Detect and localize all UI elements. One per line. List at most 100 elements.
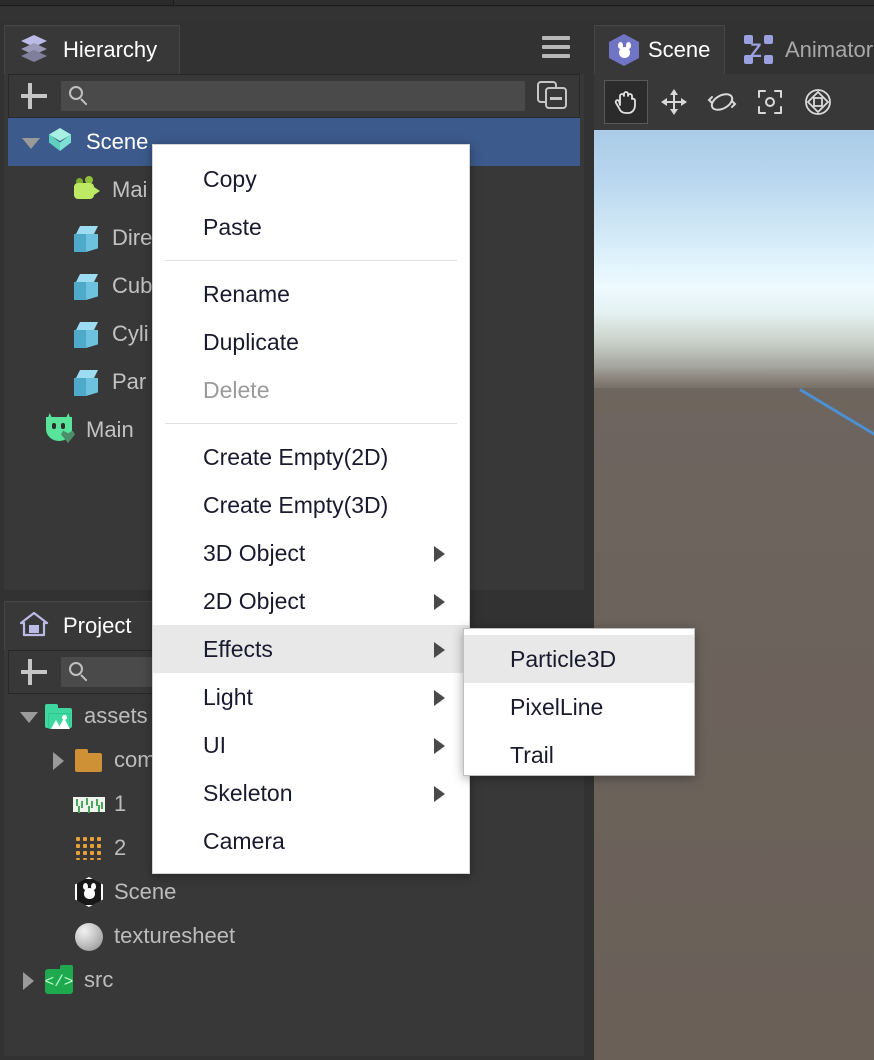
chevron-right-icon [434,690,445,706]
context-menu-item-paste[interactable]: Paste [153,203,469,251]
hierarchy-context-menu[interactable]: Copy Paste Rename Duplicate Delete Creat… [152,144,470,874]
chevron-right-icon[interactable] [46,736,72,784]
sky-gradient [594,130,874,392]
chevron-right-icon [434,738,445,754]
source-code-icon: </> [42,963,76,997]
axis-z-line [800,388,874,508]
top-strip-right-segment [175,0,874,6]
context-menu-separator [165,260,457,261]
context-menu-item-label: 3D Object [203,540,305,567]
project-item-label: Scene [114,879,176,905]
home-icon [19,609,53,643]
hierarchy-search-input[interactable] [69,87,517,105]
context-menu-item-label: Light [203,684,253,711]
chevron-down-icon[interactable] [18,118,44,166]
submenu-item-trail[interactable]: Trail [464,731,694,779]
context-menu-item-effects[interactable]: Effects [153,625,469,673]
context-menu-item-label: Delete [203,377,269,404]
project-item-label: com [114,747,156,773]
hamburger-menu-icon[interactable] [542,36,570,58]
context-menu-item-delete: Delete [153,366,469,414]
hierarchy-search-box[interactable] [61,81,525,111]
tab-animator[interactable]: Z Animator [730,25,874,74]
context-menu-item-label: UI [203,732,226,759]
context-menu-item-light[interactable]: Light [153,673,469,721]
layers-icon [19,33,53,67]
tab-scene-label: Scene [648,37,710,63]
animator-icon: Z [744,35,776,65]
context-menu-item-2d-object[interactable]: 2D Object [153,577,469,625]
hierarchy-item-label: Scene [86,129,148,155]
top-divider-strip [0,0,874,22]
context-menu-item-create-empty-3d[interactable]: Create Empty(3D) [153,481,469,529]
context-menu-item-rename[interactable]: Rename [153,270,469,318]
scale-tool[interactable] [748,80,792,124]
chevron-down-icon[interactable] [16,694,42,740]
project-item-scene-asset[interactable]: Scene [8,870,580,914]
chevron-right-icon [434,642,445,658]
scene-toolbar [594,74,874,130]
cube-blue-icon [70,221,104,255]
context-menu-item-label: Camera [203,828,285,855]
context-menu-item-ui[interactable]: UI [153,721,469,769]
search-icon [69,662,89,682]
context-menu-item-create-empty-2d[interactable]: Create Empty(2D) [153,433,469,481]
rotate-tool[interactable] [700,80,744,124]
assets-folder-icon [42,699,76,733]
context-menu-item-3d-object[interactable]: 3D Object [153,529,469,577]
project-item-texturesheet[interactable]: texturesheet [8,914,580,958]
context-menu-item-label: Effects [203,636,273,663]
context-menu-item-label: Create Empty(3D) [203,492,388,519]
collapse-all-icon[interactable] [535,79,571,113]
cube-blue-icon [70,269,104,303]
plus-icon[interactable] [17,655,51,689]
rect-transform-tool[interactable] [796,80,840,124]
context-menu-item-copy[interactable]: Copy [153,155,469,203]
context-menu-item-label: Copy [203,166,257,193]
project-item-label: texturesheet [114,923,235,949]
tab-project[interactable]: Project [4,601,154,650]
submenu-item-label: PixelLine [510,694,603,721]
plus-icon[interactable] [17,79,51,113]
tab-scene[interactable]: Scene [594,25,725,74]
chevron-right-icon [434,786,445,802]
context-menu-item-label: Create Empty(2D) [203,444,388,471]
chevron-right-icon [434,546,445,562]
project-item-src[interactable]: </> src [8,958,580,1002]
chevron-right-icon [434,594,445,610]
hierarchy-item-label: Mai [112,177,147,203]
context-menu-item-label: Rename [203,281,290,308]
context-menu-item-camera[interactable]: Camera [153,817,469,865]
editor-window: Hierarchy Scene [0,0,874,1060]
folder-icon [72,743,106,777]
context-menu-item-label: Duplicate [203,329,299,356]
scene-viewport[interactable] [594,130,874,1060]
submenu-item-label: Trail [510,742,554,769]
scene-hex-icon [609,34,639,66]
project-item-label: 2 [114,835,126,861]
tab-hierarchy[interactable]: Hierarchy [4,25,180,74]
submenu-item-label: Particle3D [510,646,616,673]
hand-pan-tool[interactable] [604,80,648,124]
camera-icon [70,173,104,207]
texture-dots-icon [72,831,106,865]
submenu-item-pixelline[interactable]: PixelLine [464,683,694,731]
tab-animator-label: Animator [785,37,873,63]
context-menu-item-duplicate[interactable]: Duplicate [153,318,469,366]
effects-submenu[interactable]: Particle3D PixelLine Trail [463,628,695,776]
hierarchy-item-label: Cyli [112,321,149,347]
scene-panel: Scene Z Animator [594,22,874,1060]
submenu-item-particle3d[interactable]: Particle3D [464,635,694,683]
cube-blue-icon [70,317,104,351]
top-strip-left-segment [0,0,174,6]
move-tool[interactable] [652,80,696,124]
hierarchy-toolbar [8,74,580,118]
hierarchy-item-label: Par [112,369,146,395]
top-strip-background [0,7,874,22]
context-menu-item-label: 2D Object [203,588,305,615]
context-menu-item-skeleton[interactable]: Skeleton [153,769,469,817]
hierarchy-item-label: Cub [112,273,152,299]
chevron-right-icon[interactable] [16,956,42,1004]
project-item-label: assets [84,703,148,729]
search-icon [69,86,89,106]
